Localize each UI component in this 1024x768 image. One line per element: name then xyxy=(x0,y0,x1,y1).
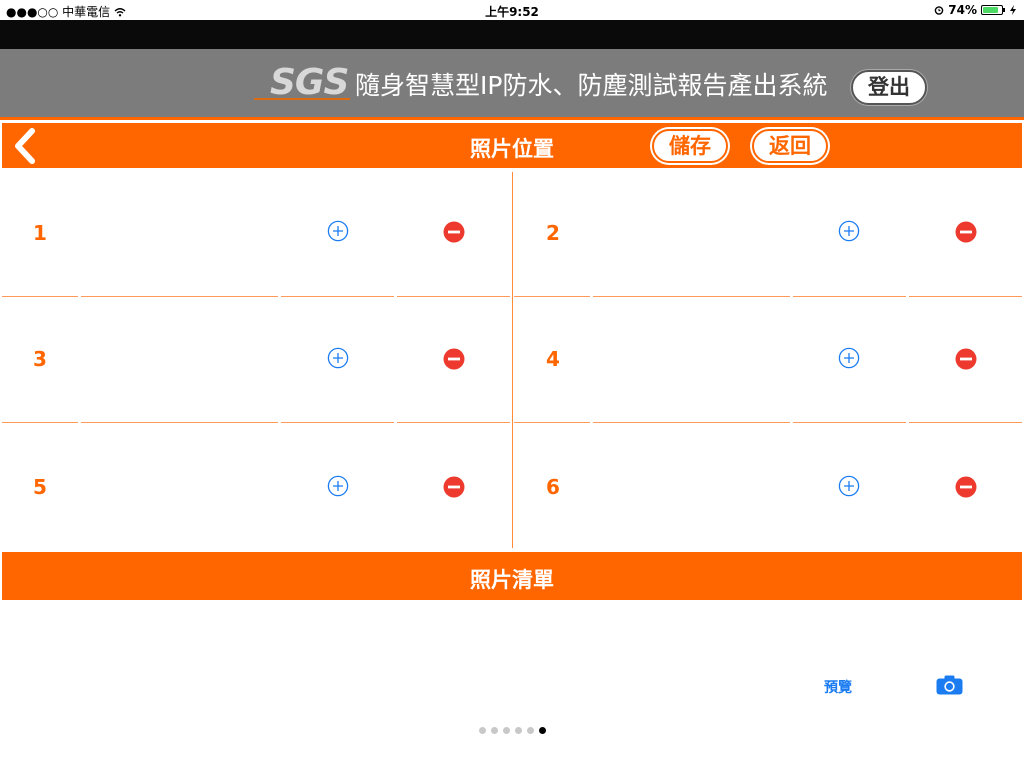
row-divider xyxy=(397,422,510,423)
minus-circle-icon[interactable] xyxy=(955,221,977,243)
minus-circle-icon[interactable] xyxy=(955,348,977,370)
row-divider xyxy=(593,422,790,423)
camera-icon[interactable] xyxy=(936,675,963,695)
sgs-logo: SGS xyxy=(270,62,349,103)
position-number: 3 xyxy=(33,347,47,371)
page-dot[interactable] xyxy=(526,727,534,734)
status-bar: ●●●○○ 中華電信 上午9:52 74% xyxy=(0,0,1024,20)
preview-link[interactable]: 預覽 xyxy=(824,677,852,697)
page-title: 照片位置 xyxy=(470,137,554,161)
position-number: 2 xyxy=(546,221,560,245)
minus-circle-icon[interactable] xyxy=(443,476,465,498)
row-divider xyxy=(793,296,906,297)
page-indicator[interactable] xyxy=(0,727,1024,734)
logo-underline xyxy=(254,98,350,100)
save-button[interactable]: 儲存 xyxy=(652,129,728,163)
page-dot[interactable] xyxy=(514,727,522,734)
alarm-icon xyxy=(934,6,944,15)
plus-circle-icon[interactable] xyxy=(327,347,349,369)
row-divider xyxy=(281,422,394,423)
position-number: 1 xyxy=(33,221,47,245)
grid-vertical-divider xyxy=(512,172,513,548)
row-divider xyxy=(2,422,78,423)
charging-icon xyxy=(1010,5,1016,15)
plus-circle-icon[interactable] xyxy=(327,220,349,242)
plus-circle-icon[interactable] xyxy=(838,220,860,242)
row-divider xyxy=(593,296,790,297)
battery-percent: 74% xyxy=(948,3,977,17)
app-title: 隨身智慧型IP防水、防塵測試報告產出系統 xyxy=(355,71,828,100)
row-divider xyxy=(793,422,906,423)
position-number: 6 xyxy=(546,475,560,499)
status-time: 上午9:52 xyxy=(485,5,539,19)
row-divider xyxy=(81,296,278,297)
minus-circle-icon[interactable] xyxy=(443,348,465,370)
page-dot[interactable] xyxy=(478,727,486,734)
minus-circle-icon[interactable] xyxy=(443,221,465,243)
header-divider xyxy=(0,117,1024,120)
status-right: 74% xyxy=(934,3,1016,17)
row-divider xyxy=(909,296,1022,297)
position-number: 5 xyxy=(33,475,47,499)
plus-circle-icon[interactable] xyxy=(838,475,860,497)
row-divider xyxy=(397,296,510,297)
row-divider xyxy=(81,422,278,423)
plus-circle-icon[interactable] xyxy=(838,347,860,369)
row-divider xyxy=(2,296,78,297)
battery-fill xyxy=(983,7,998,13)
row-divider xyxy=(514,296,590,297)
logout-button[interactable]: 登出 xyxy=(851,70,927,105)
page-dot[interactable] xyxy=(502,727,510,734)
battery-icon xyxy=(981,5,1005,15)
minus-circle-icon[interactable] xyxy=(955,476,977,498)
photo-list-title: 照片清單 xyxy=(470,568,554,592)
page-dot[interactable] xyxy=(490,727,498,734)
plus-circle-icon[interactable] xyxy=(327,475,349,497)
row-divider xyxy=(281,296,394,297)
return-button[interactable]: 返回 xyxy=(752,129,828,163)
row-divider xyxy=(909,422,1022,423)
row-divider xyxy=(514,422,590,423)
page-dot[interactable] xyxy=(538,727,546,734)
position-number: 4 xyxy=(546,347,560,371)
top-band xyxy=(0,20,1024,49)
